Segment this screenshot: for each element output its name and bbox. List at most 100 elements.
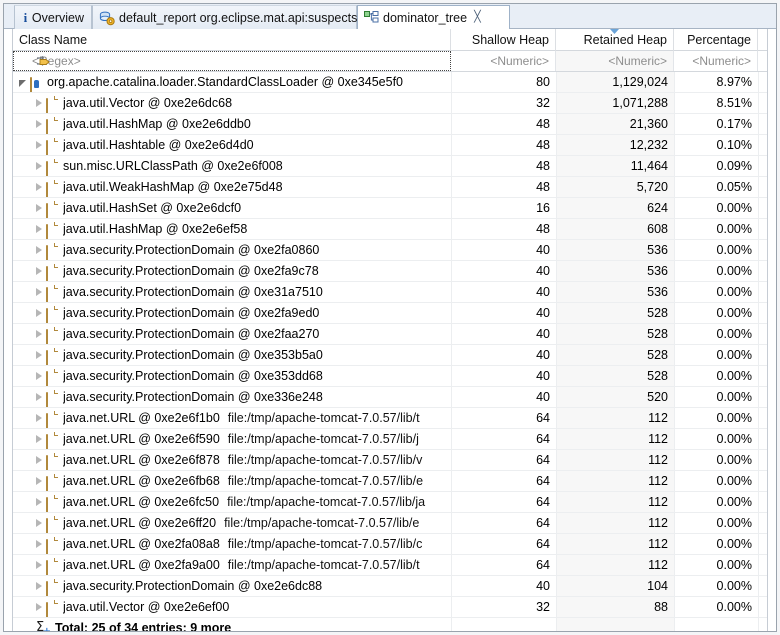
column-header-retained-heap[interactable]: Retained Heap [556,29,674,51]
expander-collapsed-icon[interactable] [36,561,42,569]
filter-input-shallow-heap[interactable]: <Numeric> [451,51,556,71]
expander-collapsed-icon[interactable] [36,267,42,275]
expander-collapsed-icon[interactable] [36,225,42,233]
cell-shallow-heap: 64 [451,471,556,491]
object-detail-text: file:/tmp/apache-tomcat-7.0.57/lib/e [227,474,424,488]
table-row[interactable]: java.security.ProtectionDomain @ 0xe2fa0… [13,240,767,261]
table-row[interactable]: java.util.Hashtable @ 0xe2e6d4d0 48 12,232… [13,135,767,156]
expander-collapsed-icon[interactable] [36,246,42,254]
cell-class-name: java.util.Hashtable @ 0xe2e6d4d0 [13,135,451,155]
class-name-text: sun.misc.URLClassPath @ 0xe2e6f008 [63,159,283,173]
cell-class-name: java.net.URL @ 0xe2e6fb68 file:/tmp/apach… [13,471,451,491]
table-row[interactable]: sun.misc.URLClassPath @ 0xe2e6f008 48 11,4… [13,156,767,177]
expander-collapsed-icon[interactable] [36,414,42,422]
column-header-shallow-heap[interactable]: Shallow Heap [451,29,556,51]
object-icon [46,411,58,428]
table-row[interactable]: java.net.URL @ 0xe2e6fb68 file:/tmp/apach… [13,471,767,492]
filter-input-percentage[interactable]: <Numeric> [674,51,758,71]
expander-collapsed-icon[interactable] [36,603,42,611]
table-row[interactable]: java.security.ProtectionDomain @ 0xe2e6d… [13,576,767,597]
cell-percentage: 0.10% [674,135,758,155]
expander-collapsed-icon[interactable] [36,183,42,191]
expander-collapsed-icon[interactable] [36,393,42,401]
table-row[interactable]: java.net.URL @ 0xe2e6fc50 file:/tmp/apach… [13,492,767,513]
total-row-label: Total: 25 of 34 entries; 9 more [55,621,232,632]
expander-collapsed-icon[interactable] [36,477,42,485]
expander-collapsed-icon[interactable] [36,519,42,527]
table-row[interactable]: java.net.URL @ 0xe2e6f878 file:/tmp/apach… [13,450,767,471]
class-name-text: java.net.URL @ 0xe2fa9a00 [63,558,220,572]
table-row[interactable]: java.net.URL @ 0xe2fa9a00 file:/tmp/apach… [13,555,767,576]
cell-class-name: java.security.ProtectionDomain @ 0xe31a7… [13,282,451,302]
table-row[interactable]: java.net.URL @ 0xe2e6ff20 file:/tmp/apach… [13,513,767,534]
object-icon [46,600,58,617]
table-row[interactable]: java.security.ProtectionDomain @ 0xe353d… [13,366,767,387]
cell-class-name: java.net.URL @ 0xe2e6fc50 file:/tmp/apach… [13,492,451,512]
tab-default-report[interactable]: default_report org.eclipse.mat.api:suspe… [92,5,357,29]
cell-shallow-heap: 40 [451,261,556,281]
expander-expanded-icon[interactable] [19,80,26,87]
table-row[interactable]: java.net.URL @ 0xe2e6f1b0 file:/tmp/apach… [13,408,767,429]
table-row[interactable]: java.security.ProtectionDomain @ 0xe31a7… [13,282,767,303]
expander-collapsed-icon[interactable] [36,288,42,296]
cell-retained-heap: 536 [556,240,674,260]
table-row[interactable]: java.security.ProtectionDomain @ 0xe336e… [13,387,767,408]
filter-input-retained-heap-value: <Numeric> [608,54,667,68]
table-total-row[interactable]: Σ + Total: 25 of 34 entries; 9 more [13,618,767,632]
expander-collapsed-icon[interactable] [36,456,42,464]
expander-collapsed-icon[interactable] [36,204,42,212]
close-icon[interactable]: ╳ [474,12,481,23]
expander-collapsed-icon[interactable] [36,372,42,380]
expander-collapsed-icon[interactable] [36,351,42,359]
table-row[interactable]: java.security.ProtectionDomain @ 0xe353b… [13,345,767,366]
expander-collapsed-icon[interactable] [36,120,42,128]
cell-shallow-heap: 16 [451,198,556,218]
table-row[interactable]: java.util.HashMap @ 0xe2e6ef58 48 608 0.00% [13,219,767,240]
table-row[interactable]: java.util.HashSet @ 0xe2e6dcf0 16 624 0.00% [13,198,767,219]
table-row[interactable]: java.util.HashMap @ 0xe2e6ddb0 48 21,360 0.… [13,114,767,135]
cell-shallow-heap: 80 [451,72,556,92]
cell-filler [758,114,767,134]
expander-collapsed-icon[interactable] [36,540,42,548]
table-row[interactable]: java.util.WeakHashMap @ 0xe2e75d48 48 5,72… [13,177,767,198]
expander-collapsed-icon[interactable] [36,162,42,170]
column-header-percentage[interactable]: Percentage [674,29,758,51]
table-row[interactable]: org.apache.catalina.loader.StandardClass… [13,72,767,93]
cell-retained-heap: 520 [556,387,674,407]
cell-class-name: java.security.ProtectionDomain @ 0xe336e… [13,387,451,407]
expander-collapsed-icon[interactable] [36,582,42,590]
cell-class-name: java.util.Vector @ 0xe2e6dc68 [13,93,451,113]
filter-cell-filler [758,51,767,71]
cell-retained-heap: 528 [556,303,674,323]
cell-percentage: 0.00% [674,471,758,491]
expander-collapsed-icon[interactable] [36,141,42,149]
tab-dominator-tree[interactable]: dominator_tree ╳ [357,5,510,30]
object-icon [46,264,58,281]
class-name-text: java.net.URL @ 0xe2fa08a8 [63,537,220,551]
cell-percentage: 0.00% [674,345,758,365]
expander-collapsed-icon[interactable] [36,498,42,506]
table-row[interactable]: java.security.ProtectionDomain @ 0xe2fa9… [13,303,767,324]
table-row[interactable]: java.net.URL @ 0xe2fa08a8 file:/tmp/apach… [13,534,767,555]
table-row[interactable]: java.util.Vector @ 0xe2e6dc68 32 1,071,288… [13,93,767,114]
column-header-class-name[interactable]: Class Name [13,29,451,51]
cell-percentage [674,618,758,631]
filter-input-class-name[interactable]: <Regex> [13,51,451,71]
cell-percentage: 0.00% [674,492,758,512]
object-icon [46,117,58,134]
filter-input-retained-heap[interactable]: <Numeric> [556,51,674,71]
object-icon [46,159,58,176]
table-row[interactable]: java.net.URL @ 0xe2e6f590 file:/tmp/apach… [13,429,767,450]
object-icon [46,453,58,470]
expander-collapsed-icon[interactable] [36,435,42,443]
expander-collapsed-icon[interactable] [36,330,42,338]
class-name-text: java.net.URL @ 0xe2e6ff20 [63,516,217,530]
tab-dominator-tree-label: dominator_tree [383,10,468,25]
table-row[interactable]: java.security.ProtectionDomain @ 0xe2faa… [13,324,767,345]
table-row[interactable]: java.util.Vector @ 0xe2e6ef00 32 88 0.00% [13,597,767,618]
class-name-text: java.security.ProtectionDomain @ 0xe2faa… [63,327,320,341]
tab-overview[interactable]: i Overview [14,5,92,29]
table-row[interactable]: java.security.ProtectionDomain @ 0xe2fa9… [13,261,767,282]
expander-collapsed-icon[interactable] [36,309,42,317]
expander-collapsed-icon[interactable] [36,99,42,107]
